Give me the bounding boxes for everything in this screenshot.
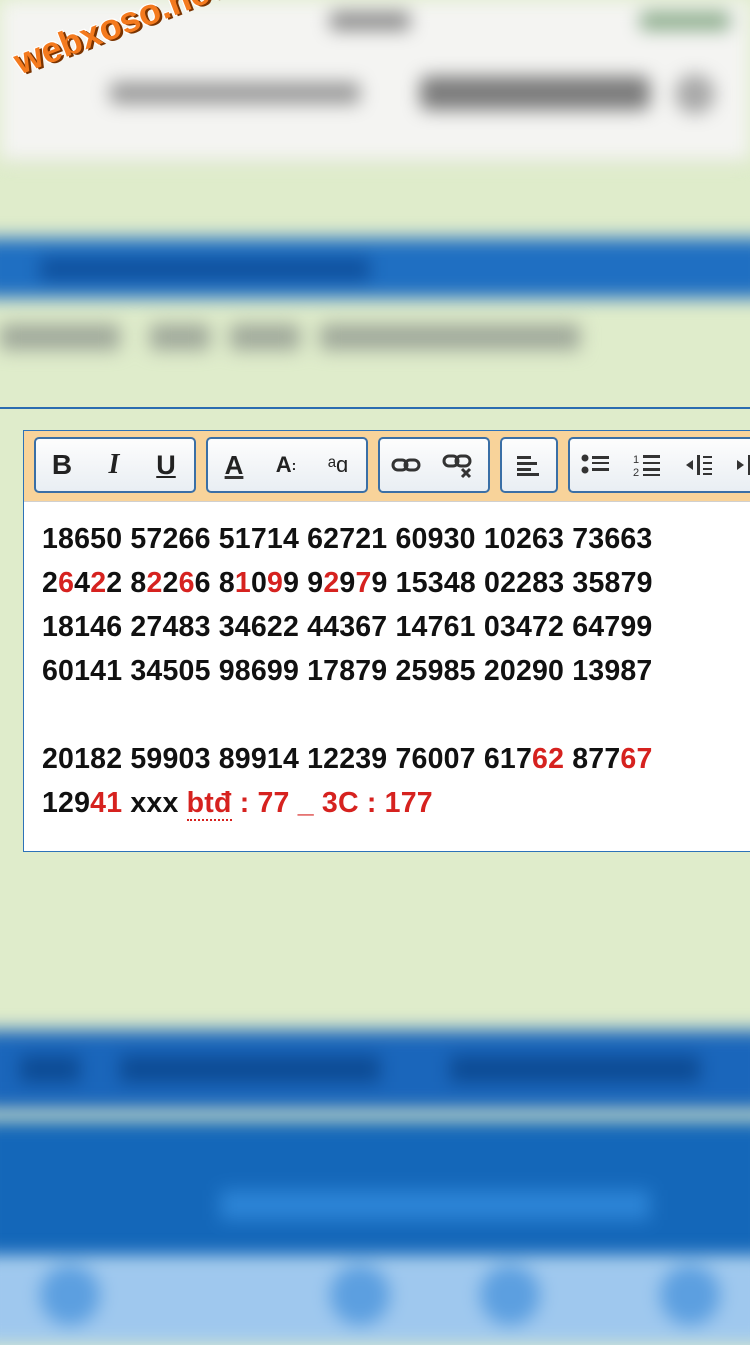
link-icon <box>391 455 421 475</box>
outdent-button[interactable] <box>673 439 725 491</box>
forum-header-band <box>0 238 750 298</box>
content-line: 18650 57266 51714 62721 60930 10263 7366… <box>42 517 742 561</box>
numbered-list-button[interactable]: 1 2 <box>622 439 674 491</box>
highlighted-text: 9 <box>267 567 283 599</box>
divider <box>0 407 750 409</box>
text-segment: 9 15348 02283 35879 <box>372 567 653 599</box>
highlighted-text: 2 <box>146 567 162 599</box>
text-segment: 60141 34505 98699 17879 25985 20290 1398… <box>42 655 652 687</box>
link-button[interactable] <box>380 439 432 491</box>
footer-nav-band <box>0 1030 750 1110</box>
text-segment <box>42 699 50 731</box>
thread-title-blurred <box>0 318 600 358</box>
font-size-sub: : <box>292 457 297 473</box>
text-segment: 6 8 <box>195 567 235 599</box>
align-left-button[interactable] <box>502 439 554 491</box>
svg-text:2: 2 <box>633 467 639 478</box>
svg-text:1: 1 <box>633 454 639 466</box>
highlighted-text: 7 <box>355 567 371 599</box>
font-group: A A: ᵃɑ <box>206 437 368 493</box>
highlighted-text: : 77 _ 3C : 177 <box>232 787 433 819</box>
text-segment: 877 <box>564 743 620 775</box>
editor-content[interactable]: 18650 57266 51714 62721 60930 10263 7366… <box>42 517 742 825</box>
highlighted-text: btđ <box>187 787 232 821</box>
underline-button[interactable]: U <box>140 439 192 491</box>
content-line: 20182 59903 89914 12239 76007 61762 8776… <box>42 737 742 781</box>
highlighted-text: 2 <box>90 567 106 599</box>
indent-icon <box>735 453 750 477</box>
font-family-button[interactable]: ᵃɑ <box>312 439 364 491</box>
highlighted-text: 67 <box>620 743 652 775</box>
highlighted-text: 62 <box>532 743 564 775</box>
text-segment: 18650 57266 51714 62721 60930 10263 7366… <box>42 523 652 555</box>
content-line: 12941 xxx btđ : 77 _ 3C : 177 <box>42 781 742 825</box>
outdent-icon <box>684 453 714 477</box>
bullet-list-button[interactable] <box>570 439 622 491</box>
highlighted-text: 6 <box>179 567 195 599</box>
text-segment: 20182 59903 89914 12239 76007 617 <box>42 743 532 775</box>
indent-button[interactable] <box>725 439 750 491</box>
text-segment: 129 <box>42 787 90 819</box>
highlighted-text: 2 <box>323 567 339 599</box>
font-color-button[interactable]: A <box>208 439 260 491</box>
content-line: 26422 82266 81099 92979 15348 02283 3587… <box>42 561 742 605</box>
text-style-group: B I U <box>34 437 196 493</box>
text-segment: xxx <box>122 787 186 819</box>
text-segment: 2 <box>42 567 58 599</box>
unlink-icon <box>442 451 474 479</box>
address-bar[interactable] <box>20 62 720 124</box>
font-size-button[interactable]: A: <box>260 439 312 491</box>
font-size-label: A <box>276 452 292 478</box>
align-group <box>500 437 558 493</box>
highlighted-text: 41 <box>90 787 122 819</box>
bullet-list-icon <box>581 453 611 477</box>
content-line: 60141 34505 98699 17879 25985 20290 1398… <box>42 649 742 693</box>
text-segment: 2 <box>163 567 179 599</box>
content-line: 18146 27483 34622 44367 14761 03472 6479… <box>42 605 742 649</box>
text-segment: 9 <box>339 567 355 599</box>
align-left-icon <box>515 454 541 476</box>
numbered-list-icon: 1 2 <box>632 452 662 478</box>
italic-button[interactable]: I <box>88 439 140 491</box>
text-segment: 0 <box>251 567 267 599</box>
list-group: 1 2 <box>568 437 750 493</box>
text-segment: 18146 27483 34622 44367 14761 03472 6479… <box>42 611 652 643</box>
editor-toolbar: B I U A A: ᵃɑ <box>24 431 750 502</box>
highlighted-text: 1 <box>235 567 251 599</box>
text-segment: 4 <box>74 567 90 599</box>
bold-button[interactable]: B <box>36 439 88 491</box>
browser-bottom-bar <box>0 1255 750 1345</box>
text-segment: 2 8 <box>106 567 146 599</box>
text-segment: 9 9 <box>283 567 323 599</box>
footer-band <box>0 1120 750 1270</box>
unlink-button[interactable] <box>432 439 484 491</box>
content-line <box>42 693 742 737</box>
link-group <box>378 437 490 493</box>
highlighted-text: 6 <box>58 567 74 599</box>
post-editor[interactable]: B I U A A: ᵃɑ <box>23 430 750 852</box>
